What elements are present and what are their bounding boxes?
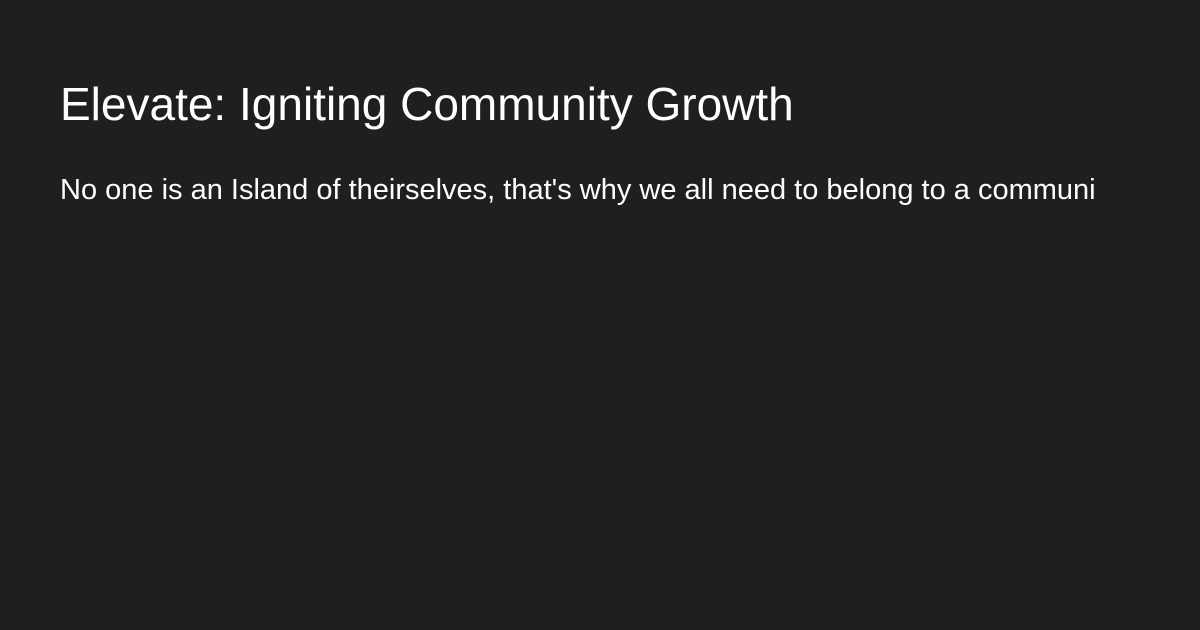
- card-title: Elevate: Igniting Community Growth: [60, 78, 794, 130]
- preview-card: Elevate: Igniting Community Growth No on…: [0, 0, 1200, 630]
- card-description: No one is an Island of theirselves, that…: [60, 174, 1096, 206]
